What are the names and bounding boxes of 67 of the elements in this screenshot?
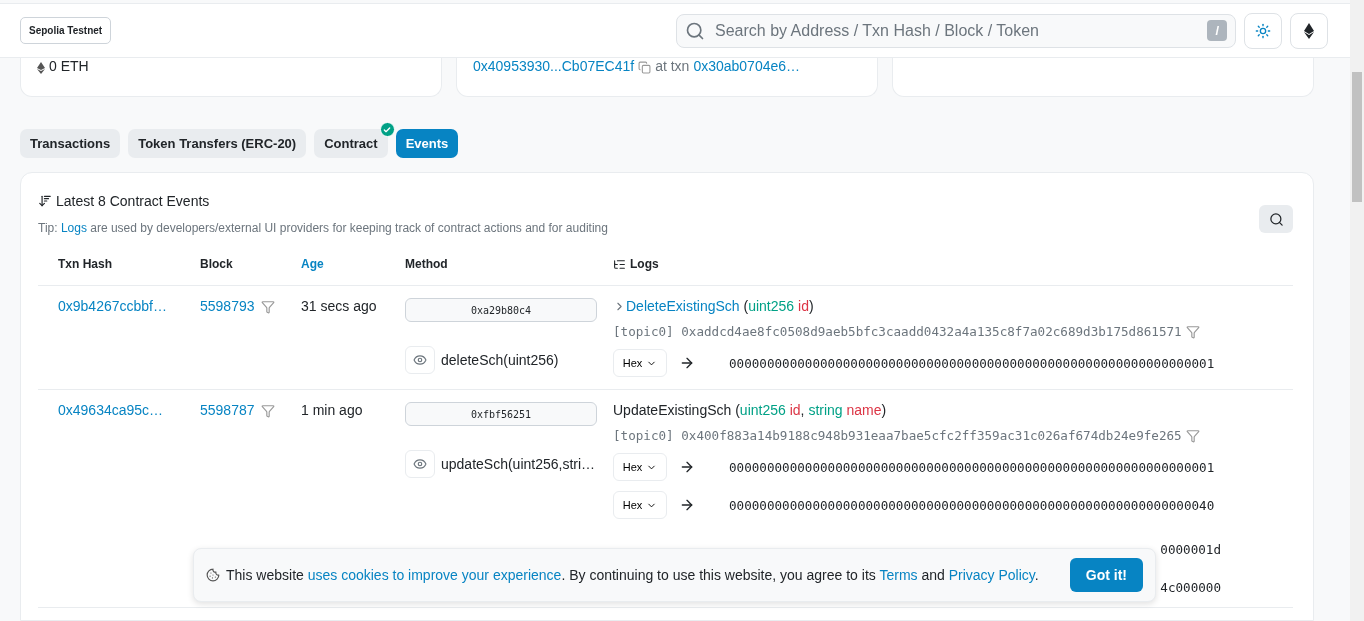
eye-icon[interactable] — [413, 353, 427, 367]
method-name: updateSch(uint256,stri… — [441, 456, 596, 472]
event-signature[interactable]: DeleteExistingSch (uint256 id) — [626, 298, 814, 314]
accept-button[interactable]: Got it! — [1069, 558, 1143, 592]
topic-text: [topic0] 0xaddcd4ae8fc0508d9aeb5bfc3caadd0432a4a135c8f7a02c689d3b175d861571 — [613, 324, 1182, 339]
at-txn-label: at txn — [655, 58, 690, 74]
tab[interactable]: Token Transfers (ERC-20) — [128, 129, 307, 158]
scrollbar[interactable] — [1350, 0, 1364, 621]
network-badge[interactable]: Sepolia Testnet — [20, 17, 112, 44]
panel-title: Latest 8 Contract Events — [56, 193, 210, 209]
logs-link[interactable]: Logs — [60, 221, 87, 235]
data-value: 4c000000 — [1160, 580, 1221, 595]
column-header: Block — [200, 257, 233, 271]
theme-button[interactable] — [1244, 12, 1282, 49]
search-field[interactable]: Search by Address / Txn Hash / Block / Token — [713, 20, 1200, 41]
filter-icon[interactable] — [260, 404, 275, 418]
ethereum-icon[interactable] — [1304, 22, 1314, 39]
creator-address-link[interactable]: 0x40953930...Cb07EC41f — [473, 58, 635, 74]
balance-value: 0 ETH — [49, 58, 89, 74]
logs-icon — [613, 257, 626, 271]
view-button[interactable] — [405, 450, 435, 478]
cookie-icon — [206, 568, 220, 582]
search-icon[interactable] — [1268, 211, 1284, 227]
tab[interactable]: Transactions — [20, 129, 121, 158]
age-text: 1 min ago — [301, 402, 363, 418]
filter-icon[interactable] — [260, 300, 275, 314]
age-text: 31 secs ago — [301, 298, 377, 314]
cookie-text: This website uses cookies to improve your experience. By continuing to use this website, you agree to its Terms and Privacy Policy. — [226, 567, 1039, 583]
method-name: deleteSch(uint256) — [441, 352, 559, 368]
data-value: 0000001d — [1160, 542, 1221, 557]
tab[interactable]: Contract — [314, 129, 388, 158]
column-header[interactable]: Age — [301, 257, 324, 271]
event-signature: UpdateExistingSch (uint256 id, string name) — [613, 402, 887, 418]
eye-icon[interactable] — [413, 457, 427, 471]
data-value: 0000000000000000000000000000000000000000000000000000000000000001 — [729, 459, 1215, 475]
column-header: Method — [405, 257, 448, 271]
column-header: Txn Hash — [58, 257, 112, 271]
format-dropdown[interactable]: Hex — [613, 491, 667, 519]
block-link[interactable]: 5598793 — [200, 298, 255, 314]
tab[interactable]: Events — [395, 129, 459, 158]
sort-icon — [38, 194, 52, 208]
data-value: 0000000000000000000000000000000000000000000000000000000000000040 — [729, 497, 1215, 513]
policy-link[interactable]: Privacy Policy — [948, 567, 1035, 583]
format-dropdown[interactable]: Hex — [613, 453, 667, 481]
txn-hash-link[interactable]: 0x9b4267ccbbf… — [58, 298, 167, 314]
copy-icon[interactable] — [638, 61, 652, 74]
view-button[interactable] — [405, 346, 435, 374]
tip-text: Tip: Logs are used by developers/external UI providers for keeping track of contract actions and for auditing — [38, 221, 608, 235]
ethereum-icon — [37, 62, 45, 74]
network-button[interactable] — [1290, 12, 1328, 49]
block-link[interactable]: 5598787 — [200, 402, 255, 418]
txn-hash-link[interactable]: 0x49634ca95c… — [58, 402, 164, 418]
filter-icon[interactable] — [1185, 428, 1200, 443]
format-dropdown[interactable]: Hex — [613, 349, 667, 377]
topic-text: [topic0] 0x400f883a14b9188c948b931eaa7bae5cfc2ff359ac31c026af674db24e9fe265 — [613, 428, 1182, 443]
policy-link[interactable]: Terms — [879, 567, 918, 583]
shortcut-key: / — [1207, 20, 1227, 41]
policy-link[interactable]: uses cookies to improve your experience — [307, 567, 562, 583]
creation-txn-link[interactable]: 0x30ab0704e6… — [693, 58, 801, 74]
filter-icon[interactable] — [1185, 324, 1200, 339]
method-selector: 0xfbf56251 — [405, 402, 597, 426]
search-icon — [685, 20, 705, 41]
sun-icon[interactable] — [1255, 22, 1271, 39]
search-button[interactable] — [1259, 205, 1293, 233]
column-header: Logs — [630, 257, 659, 271]
data-value: 0000000000000000000000000000000000000000000000000000000000000001 — [729, 355, 1215, 371]
method-selector: 0xa29b80c4 — [405, 298, 597, 322]
